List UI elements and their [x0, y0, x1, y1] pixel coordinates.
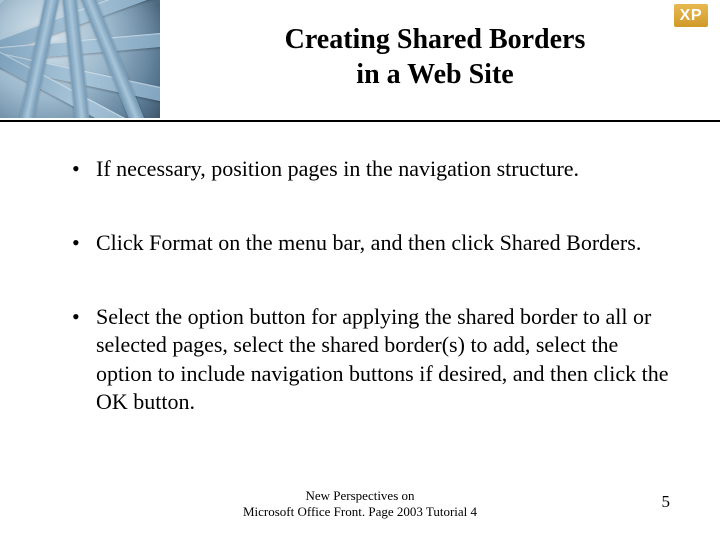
page-number: 5 — [662, 492, 671, 512]
header-divider — [0, 120, 720, 122]
bullet-mark-icon: • — [72, 229, 96, 257]
bullet-text: If necessary, position pages in the navi… — [96, 155, 579, 183]
bullet-item: • Select the option button for applying … — [72, 303, 670, 416]
bullet-item: • Click Format on the menu bar, and then… — [72, 229, 670, 257]
footer-line-2: Microsoft Office Front. Page 2003 Tutori… — [243, 504, 477, 519]
slide-title: Creating Shared Borders in a Web Site — [190, 22, 680, 92]
slide-footer: New Perspectives on Microsoft Office Fro… — [0, 488, 720, 521]
decorative-sphere-image — [0, 0, 160, 118]
title-line-1: Creating Shared Borders — [285, 24, 586, 55]
title-line-2: in a Web Site — [356, 59, 513, 90]
bullet-text: Select the option button for applying th… — [96, 303, 670, 416]
slide-body: • If necessary, position pages in the na… — [72, 155, 670, 462]
footer-line-1: New Perspectives on — [305, 488, 414, 503]
bullet-mark-icon: • — [72, 155, 96, 183]
bullet-mark-icon: • — [72, 303, 96, 331]
bullet-item: • If necessary, position pages in the na… — [72, 155, 670, 183]
slide-header: XP Creating Shared Borders in a Web Site — [0, 0, 720, 118]
bullet-text: Click Format on the menu bar, and then c… — [96, 229, 641, 257]
